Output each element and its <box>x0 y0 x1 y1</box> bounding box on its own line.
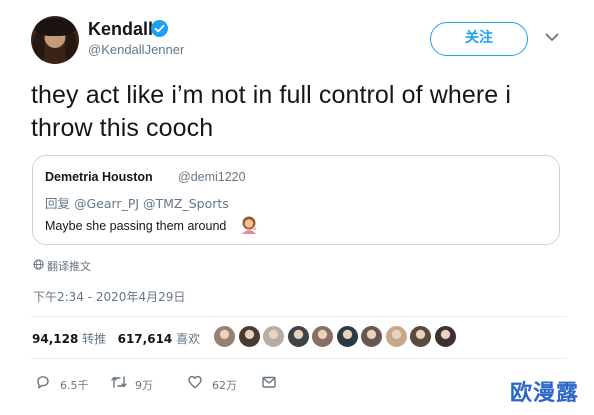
author-handle[interactable]: @KendallJenner <box>88 42 184 57</box>
liker-avatar[interactable] <box>237 325 261 348</box>
liker-avatar[interactable] <box>409 325 432 348</box>
tweet-text: they act like i’m not in full control of… <box>31 81 512 142</box>
avatar-hair <box>65 32 77 64</box>
liker-avatar[interactable] <box>433 325 457 348</box>
liker-avatar[interactable] <box>213 325 236 348</box>
quoted-author-name: Demetria Houston <box>45 170 153 184</box>
liker-avatar[interactable] <box>311 325 334 348</box>
liker-avatar[interactable] <box>335 325 359 348</box>
retweet-count-label: 转推 <box>82 332 107 346</box>
like-action-count: 62万 <box>212 379 237 392</box>
liker-avatar[interactable] <box>286 325 310 348</box>
like-count-label: 喜欢 <box>176 332 201 346</box>
envelope-icon <box>262 376 276 388</box>
retweet-action-count: 9万 <box>135 379 153 392</box>
heart-icon <box>188 375 202 389</box>
quoted-text: Maybe she passing them around <box>45 219 227 233</box>
divider <box>31 358 567 359</box>
quoted-author-handle: @demi1220 <box>178 170 246 184</box>
reply-icon <box>37 376 49 389</box>
like-count[interactable]: 617,614 <box>118 332 173 346</box>
quoted-reply-to: 回复 @Gearr_PJ @TMZ_Sports <box>45 196 229 211</box>
translate-label: 翻译推文 <box>47 260 91 273</box>
liker-avatar[interactable] <box>360 325 383 348</box>
retweet-count[interactable]: 94,128 <box>32 332 78 346</box>
watermark-text: 欧漫露 <box>510 381 580 406</box>
avatar-hat <box>35 18 75 36</box>
tweet-timestamp[interactable]: 下午2:34 - 2020年4月29日 <box>33 288 185 305</box>
reply-count: 6.5千 <box>60 379 89 392</box>
globe-icon <box>33 259 44 270</box>
author-avatar[interactable] <box>31 16 79 64</box>
author-name[interactable]: Kendall <box>88 19 153 40</box>
retweet-icon <box>111 376 127 388</box>
woman-tipping-hand-emoji-icon <box>242 216 257 234</box>
verified-badge-icon <box>151 20 168 37</box>
liker-avatar[interactable] <box>262 325 285 348</box>
avatar-hair <box>33 32 45 64</box>
liker-avatar[interactable] <box>384 325 408 348</box>
chevron-down-icon[interactable] <box>545 33 559 42</box>
tweet-stats: 94,128 转推 617,614 喜欢 <box>32 330 200 347</box>
follow-button[interactable]: 关注 <box>430 22 528 56</box>
divider <box>31 316 567 317</box>
quoted-tweet[interactable]: Demetria Houston @demi1220 回复 @Gearr_PJ … <box>32 155 560 245</box>
